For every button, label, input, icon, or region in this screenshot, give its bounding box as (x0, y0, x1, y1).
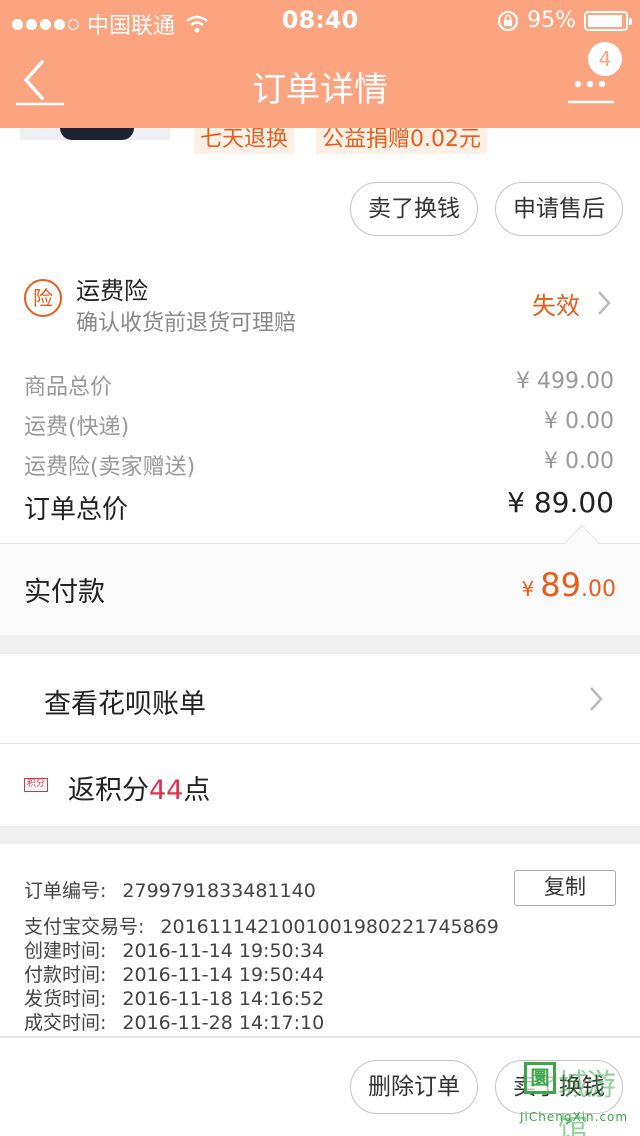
insurance-subtitle: 确认收货前退货可理赔 (76, 311, 297, 336)
app-header: 中国联通 08:40 95% 订单详情 4 (0, 0, 640, 128)
order-item-card: 七天退换 公益捐赠0.02元 卖了换钱 申请售后 (0, 128, 640, 253)
navigation-bar: 订单详情 4 (0, 40, 640, 128)
points-icon: 积分 (24, 778, 48, 792)
points-number: 44 (149, 775, 184, 806)
status-bar: 中国联通 08:40 95% (0, 0, 640, 40)
sell-for-cash-button[interactable]: 卖了换钱 (350, 182, 478, 236)
shipping-insurance-label: 运费险(卖家赠送) (24, 455, 196, 480)
shipped-time-row: 发货时间: 2016-11-18 14:16:52 (24, 988, 325, 1010)
shipping-insurance-value: ¥ 0.00 (544, 449, 614, 474)
rotation-lock-icon (498, 10, 519, 31)
actual-payment-row: 实付款 ¥ 89 .00 (0, 525, 640, 635)
return-policy-tag: 七天退换 (194, 128, 295, 154)
huabei-bill-row[interactable]: 查看花呗账单 (0, 654, 640, 744)
actual-payment-value: ¥ 89 .00 (521, 566, 616, 604)
shipping-value: ¥ 0.00 (544, 409, 614, 434)
alipay-trade-row: 支付宝交易号: 2016111421001001980221745869 (24, 916, 499, 938)
notification-badge: 4 (588, 42, 622, 76)
points-text: 返积分44点 (68, 775, 211, 806)
order-total-value: ¥ 89.00 (507, 486, 614, 519)
order-number: 2799791833481140 (122, 880, 316, 902)
chevron-right-icon (590, 687, 603, 711)
price-card: 险 运费险 确认收货前退货可理赔 失效 商品总价 ¥ 499.00 运费(快递)… (0, 253, 640, 635)
insurance-status[interactable]: 失效 (532, 286, 580, 321)
completed-time-row: 成交时间: 2016-11-28 14:17:10 (24, 1012, 325, 1034)
battery-percent: 95% (527, 8, 576, 33)
delete-order-button[interactable]: 删除订单 (350, 1060, 478, 1114)
created-time-row: 创建时间: 2016-11-14 19:50:34 (24, 940, 325, 962)
more-menu-button[interactable]: 4 (566, 40, 622, 106)
donation-tag: 公益捐赠0.02元 (316, 128, 487, 154)
product-thumbnail[interactable] (20, 128, 170, 140)
goods-total-value: ¥ 499.00 (516, 369, 614, 394)
chevron-right-icon[interactable] (596, 289, 612, 317)
insurance-icon: 险 (24, 279, 62, 317)
goods-total-label: 商品总价 (24, 375, 113, 400)
after-sale-button[interactable]: 申请售后 (495, 182, 623, 236)
divider (0, 1036, 640, 1038)
order-total-label: 订单总价 (24, 495, 129, 525)
battery-icon (584, 10, 632, 31)
huabei-bill-label: 查看花呗账单 (44, 689, 206, 720)
insurance-title: 运费险 (76, 277, 148, 305)
site-watermark-logo: 圜 城游馆 JiChengXin.com (516, 1056, 640, 1136)
copy-button[interactable]: 复制 (514, 870, 616, 906)
shipping-label: 运费(快递) (24, 415, 130, 440)
order-number-row: 订单编号: 2799791833481140 (24, 880, 316, 902)
paid-time-row: 付款时间: 2016-11-14 19:50:44 (24, 964, 325, 986)
points-row: 积分 返积分44点 (0, 744, 640, 826)
actual-payment-label: 实付款 (24, 577, 105, 608)
page-title: 订单详情 (252, 70, 388, 110)
